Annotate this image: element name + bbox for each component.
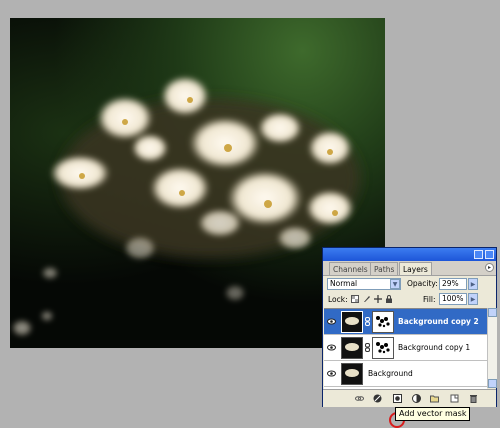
layer-row-background-copy-2[interactable]: Background copy 2	[324, 309, 487, 335]
lock-all-icon[interactable]	[385, 295, 393, 303]
adjustment-layer-icon[interactable]	[412, 394, 421, 403]
eye-icon[interactable]	[327, 344, 336, 351]
layer-name: Background copy 1	[398, 343, 471, 352]
opacity-value: 29%	[442, 279, 459, 288]
fill-field[interactable]: 100%	[439, 293, 467, 305]
layers-bottom-toolbar	[323, 389, 496, 407]
layers-scrollbar[interactable]	[487, 308, 497, 388]
layer-thumbnail[interactable]	[341, 311, 363, 333]
link-icon[interactable]	[365, 317, 370, 326]
scroll-up-icon[interactable]	[488, 308, 497, 317]
new-group-icon[interactable]	[430, 394, 439, 403]
lock-brush-icon[interactable]	[363, 295, 371, 303]
layer-thumbnail[interactable]	[341, 337, 363, 359]
fill-label: Fill:	[423, 295, 436, 304]
blend-mode-value: Normal	[330, 279, 358, 288]
eye-icon[interactable]	[327, 318, 336, 325]
layer-row-background[interactable]: Background	[324, 361, 487, 387]
lock-label: Lock:	[328, 295, 348, 304]
opacity-label: Opacity:	[407, 279, 438, 288]
new-layer-icon[interactable]	[450, 394, 459, 403]
fill-value: 100%	[442, 294, 464, 303]
close-button[interactable]	[485, 250, 494, 259]
scroll-down-icon[interactable]	[488, 379, 497, 388]
opacity-field[interactable]: 29%	[439, 278, 467, 290]
tab-paths[interactable]: Paths	[370, 262, 399, 275]
minimize-button[interactable]	[474, 250, 483, 259]
layer-thumbnail[interactable]	[341, 363, 363, 385]
layer-mask-thumbnail[interactable]	[372, 337, 394, 359]
lock-transparent-icon[interactable]	[351, 295, 359, 303]
tab-channels[interactable]: Channels	[329, 262, 372, 275]
chevron-down-icon[interactable]: ▼	[390, 279, 400, 289]
tooltip: Add vector mask	[395, 407, 471, 421]
layer-row-background-copy-1[interactable]: Background copy 1	[324, 335, 487, 361]
fill-slider-arrow-icon[interactable]: ▶	[468, 293, 478, 305]
link-layers-icon[interactable]	[355, 394, 364, 403]
panel-titlebar[interactable]	[323, 248, 496, 261]
add-vector-mask-icon[interactable]	[393, 394, 402, 403]
opacity-slider-arrow-icon[interactable]: ▶	[468, 278, 478, 290]
lock-move-icon[interactable]	[374, 295, 382, 303]
delete-layer-icon[interactable]	[469, 394, 478, 403]
layers-panel: Channels Paths Layers ▸ Normal ▼ Opacity…	[322, 247, 497, 407]
link-icon[interactable]	[365, 343, 370, 352]
layer-name: Background copy 2	[398, 317, 479, 326]
tab-layers[interactable]: Layers	[399, 262, 432, 275]
panel-menu-icon[interactable]: ▸	[485, 263, 494, 272]
layers-list: Background copy 2 Background copy 1 Back…	[324, 308, 487, 389]
layer-name: Background	[368, 369, 413, 378]
eye-icon[interactable]	[327, 370, 336, 377]
layer-mask-thumbnail[interactable]	[372, 311, 394, 333]
panel-tabs: Channels Paths Layers ▸	[323, 261, 496, 276]
layer-style-icon[interactable]	[373, 394, 382, 403]
